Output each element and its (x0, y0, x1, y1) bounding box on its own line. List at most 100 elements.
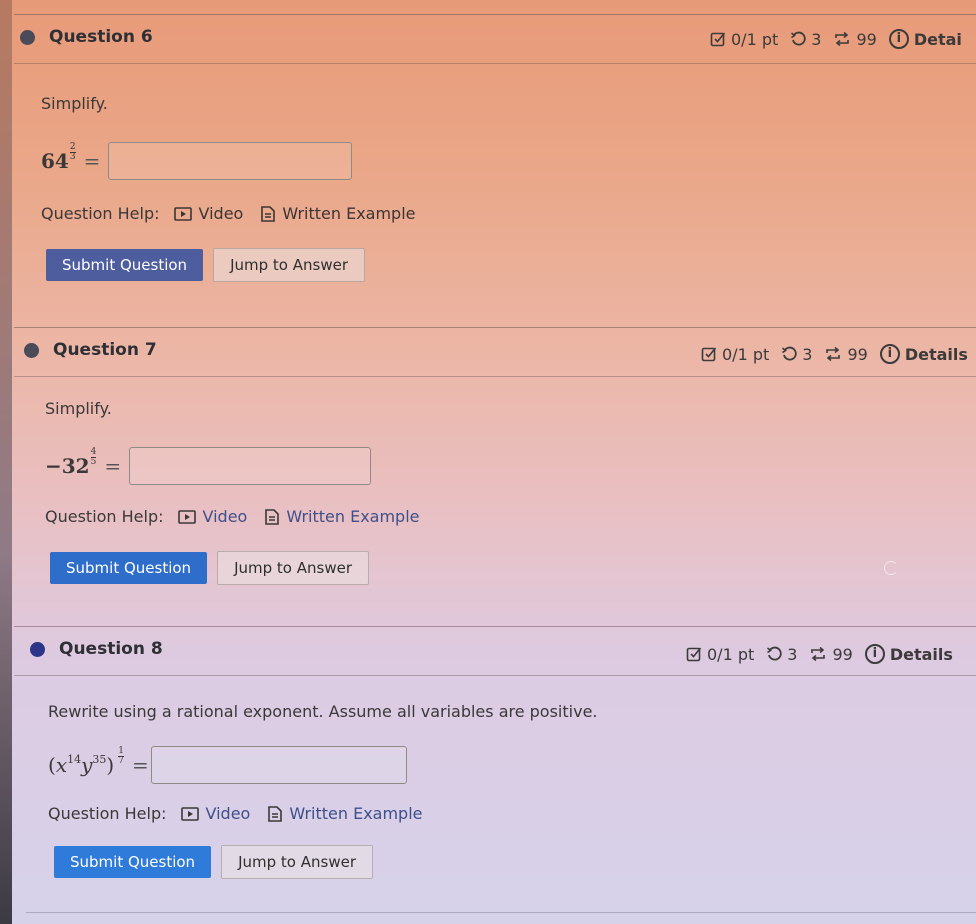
question-prompt: Rewrite using a rational exponent. Assum… (48, 702, 598, 721)
question-8: Question 8 0/1 pt 3 99 i Details Rewrite… (14, 626, 976, 879)
question-header: Question 6 0/1 pt 3 99 i Detai (14, 14, 976, 64)
video-icon (173, 206, 192, 221)
undo-icon (781, 346, 797, 362)
score: 0/1 pt (710, 30, 778, 49)
written-example-label[interactable]: Written Example (282, 204, 415, 223)
close-paren: ) (106, 753, 115, 777)
math-variable-x: x (55, 753, 68, 777)
details-label[interactable]: Detai (914, 30, 962, 49)
written-example-link[interactable]: Written Example (265, 507, 420, 526)
question-title: Question 7 (24, 340, 157, 360)
repeat-icon (809, 646, 827, 662)
math-exponent: 45 (90, 448, 97, 467)
math-exponent: 17 (118, 747, 124, 766)
question-title: Question 8 (30, 639, 163, 659)
score-text: 0/1 pt (707, 644, 755, 664)
retries: 3 (766, 645, 797, 664)
question-help: Question Help: Video Written Example (41, 204, 434, 223)
info-icon: i (888, 29, 909, 49)
math-expression: −32 45 (45, 448, 97, 478)
status-dot-icon (24, 342, 39, 358)
x-exponent: 14 (67, 753, 82, 766)
exponent-denominator: 5 (90, 457, 97, 467)
attempts: 99 (809, 645, 853, 664)
y-exponent: 35 (92, 753, 107, 766)
details-label[interactable]: Details (905, 345, 968, 364)
details-label[interactable]: Details (890, 645, 953, 664)
question-title-text: Question 7 (53, 340, 157, 360)
question-help-label: Question Help: (41, 204, 160, 223)
question-6: Question 6 0/1 pt 3 99 i Detai Simplify.… (14, 14, 976, 282)
attempts: 99 (833, 30, 877, 49)
undo-icon (766, 646, 782, 662)
info-icon: i (864, 644, 885, 664)
answer-input[interactable] (150, 746, 407, 784)
info-icon: i (879, 344, 900, 364)
question-help: Question Help: Video Written Example (45, 507, 438, 526)
question-7: Question 7 0/1 pt 3 99 i Details Simplif… (14, 327, 976, 585)
question-header: Question 8 0/1 pt 3 99 i Details (14, 626, 976, 676)
section-divider (26, 912, 976, 913)
question-meta: 0/1 pt 3 99 i Details (701, 344, 976, 364)
details-link[interactable]: i Detai (888, 29, 962, 49)
equals-sign: = (83, 149, 101, 173)
video-label[interactable]: Video (199, 204, 244, 223)
attempts: 99 (824, 344, 868, 364)
document-icon (261, 205, 276, 222)
details-link[interactable]: i Details (864, 644, 953, 664)
score: 0/1 pt (686, 645, 754, 664)
retries: 3 (781, 345, 812, 364)
retries: 3 (790, 30, 821, 49)
checkbox-icon (686, 646, 702, 662)
question-meta: 0/1 pt 3 99 i Details (686, 644, 965, 664)
question-title-text: Question 6 (49, 27, 153, 47)
math-exponent: 23 (69, 143, 76, 162)
video-link[interactable]: Video (180, 804, 251, 823)
submit-question-button[interactable]: Submit Question (54, 846, 212, 878)
jump-to-answer-button[interactable]: Jump to Answer (217, 551, 369, 585)
video-label[interactable]: Video (203, 507, 248, 526)
video-link[interactable]: Video (177, 507, 248, 526)
status-dot-icon (30, 641, 45, 657)
math-variable-y: y (81, 753, 93, 777)
question-meta: 0/1 pt 3 99 i Detai (710, 29, 974, 49)
repeat-icon (833, 31, 851, 47)
math-expression-row: ( x 14 y 35 ) 17 = (48, 746, 407, 784)
open-paren: ( (48, 753, 56, 777)
document-icon (268, 805, 283, 822)
question-actions: Submit Question Jump to Answer (50, 551, 369, 585)
video-icon (177, 509, 196, 524)
written-example-link[interactable]: Written Example (261, 204, 416, 223)
answer-input[interactable] (129, 447, 372, 485)
question-help-label: Question Help: (45, 507, 164, 526)
video-icon (180, 806, 199, 821)
submit-question-button[interactable]: Submit Question (46, 249, 204, 281)
question-title-text: Question 8 (59, 639, 163, 659)
undo-icon (790, 31, 806, 47)
loading-spinner-icon (884, 561, 898, 575)
retries-count: 3 (802, 344, 813, 364)
math-expression-row: 64 23 = (41, 142, 353, 180)
written-example-label[interactable]: Written Example (289, 804, 422, 823)
written-example-link[interactable]: Written Example (268, 804, 423, 823)
retries-count: 3 (787, 644, 798, 664)
retries-count: 3 (811, 29, 822, 49)
answer-input[interactable] (108, 142, 353, 180)
score: 0/1 pt (701, 345, 769, 364)
details-link[interactable]: i Details (879, 344, 968, 364)
submit-question-button[interactable]: Submit Question (50, 552, 208, 584)
checkbox-icon (701, 346, 717, 362)
written-example-label[interactable]: Written Example (286, 507, 419, 526)
question-actions: Submit Question Jump to Answer (46, 248, 365, 282)
video-link[interactable]: Video (173, 204, 244, 223)
exponent-denominator: 3 (69, 152, 76, 162)
equals-sign: = (104, 454, 122, 478)
exponent-denominator: 7 (118, 756, 124, 766)
question-help: Question Help: Video Written Example (48, 804, 441, 823)
jump-to-answer-button[interactable]: Jump to Answer (213, 248, 365, 282)
jump-to-answer-button[interactable]: Jump to Answer (221, 845, 373, 879)
video-label[interactable]: Video (206, 804, 251, 823)
attempts-count: 99 (847, 344, 868, 364)
question-prompt: Simplify. (45, 399, 112, 418)
math-expression: ( x 14 y 35 ) 17 (48, 747, 124, 777)
